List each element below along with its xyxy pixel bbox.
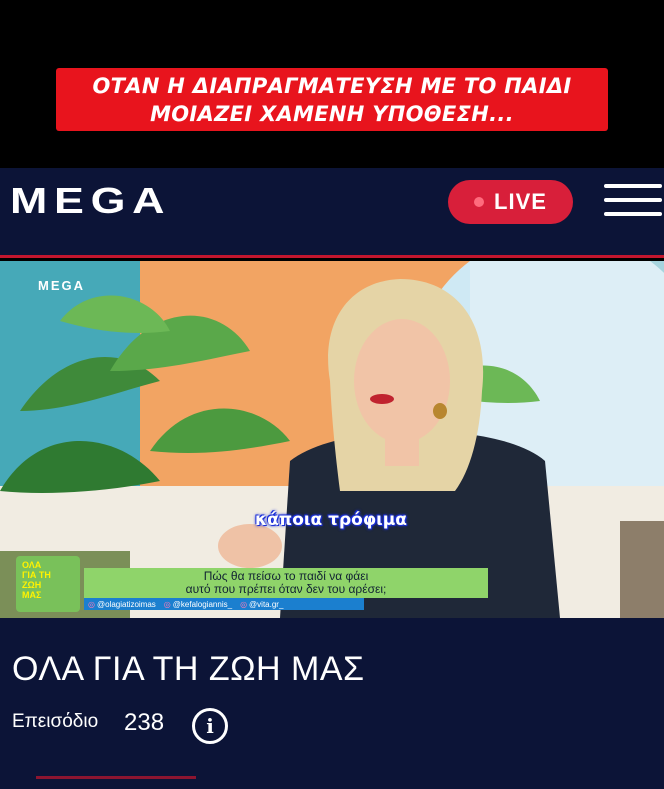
instagram-icon: ◎ [163, 599, 171, 609]
social-handle: ◎ @olagiatizoimas [88, 599, 156, 609]
mega-watermark: MEGA [38, 278, 85, 292]
hamburger-menu-icon[interactable] [604, 184, 662, 220]
episode-number: 238 [124, 709, 165, 736]
social-handle: ◎ @kefalogiannis_ [163, 599, 233, 609]
live-button[interactable]: LIVE [448, 180, 573, 224]
episode-label: Επεισόδιο [12, 711, 99, 732]
mega-logo[interactable]: MEGA [10, 186, 242, 220]
video-player[interactable] [0, 261, 664, 618]
mega-logo-text: MEGA [10, 186, 171, 220]
lower-third-line-2: αυτό που πρέπει όταν δεν του αρέσει; [185, 582, 387, 596]
caption-line-1: ΟΤΑΝ Η ΔΙΑΠΡΑΓΜΑΤΕΥΣΗ ΜΕ ΤΟ ΠΑΙΔΙ [92, 73, 572, 98]
live-dot-icon [474, 197, 485, 207]
show-title: ΟΛΑ ΓΙΑ ΤΗ ΖΩΗ ΜΑΣ [12, 650, 365, 688]
instagram-icon: ◎ [88, 599, 95, 609]
video-frame-image [0, 261, 664, 618]
video-subtitle: κάποια τρόφιμα [255, 510, 407, 530]
social-handle: ◎ @vita.gr_ [240, 599, 284, 609]
social-handles-strip: ◎ @olagiatizoimas ◎ @kefalogiannis_ ◎ @vita… [84, 598, 364, 610]
overlay-caption-banner: ΟΤΑΝ Η ΔΙΑΠΡΑΓΜΑΤΕΥΣΗ ΜΕ ΤΟ ΠΑΙΔΙ ΜΟΙΑΖΕ… [56, 68, 608, 131]
live-label: LIVE [494, 189, 547, 214]
svg-text:MEGA: MEGA [38, 278, 85, 292]
show-info-panel [0, 618, 664, 789]
info-icon[interactable]: i [192, 708, 228, 744]
caption-line-2: ΜΟΙΑΖΕΙ ΧΑΜΕΝΗ ΥΠΟΘΕΣΗ... [150, 101, 514, 126]
instagram-icon: ◎ [240, 599, 248, 609]
lower-third-question: Πώς θα πείσω το παιδί να φάει αυτό που π… [84, 568, 488, 598]
accent-line [36, 776, 196, 779]
show-logo-badge: ΟΛΑ ΓΙΑ ΤΗ ΖΩΗ ΜΑΣ [16, 556, 80, 612]
